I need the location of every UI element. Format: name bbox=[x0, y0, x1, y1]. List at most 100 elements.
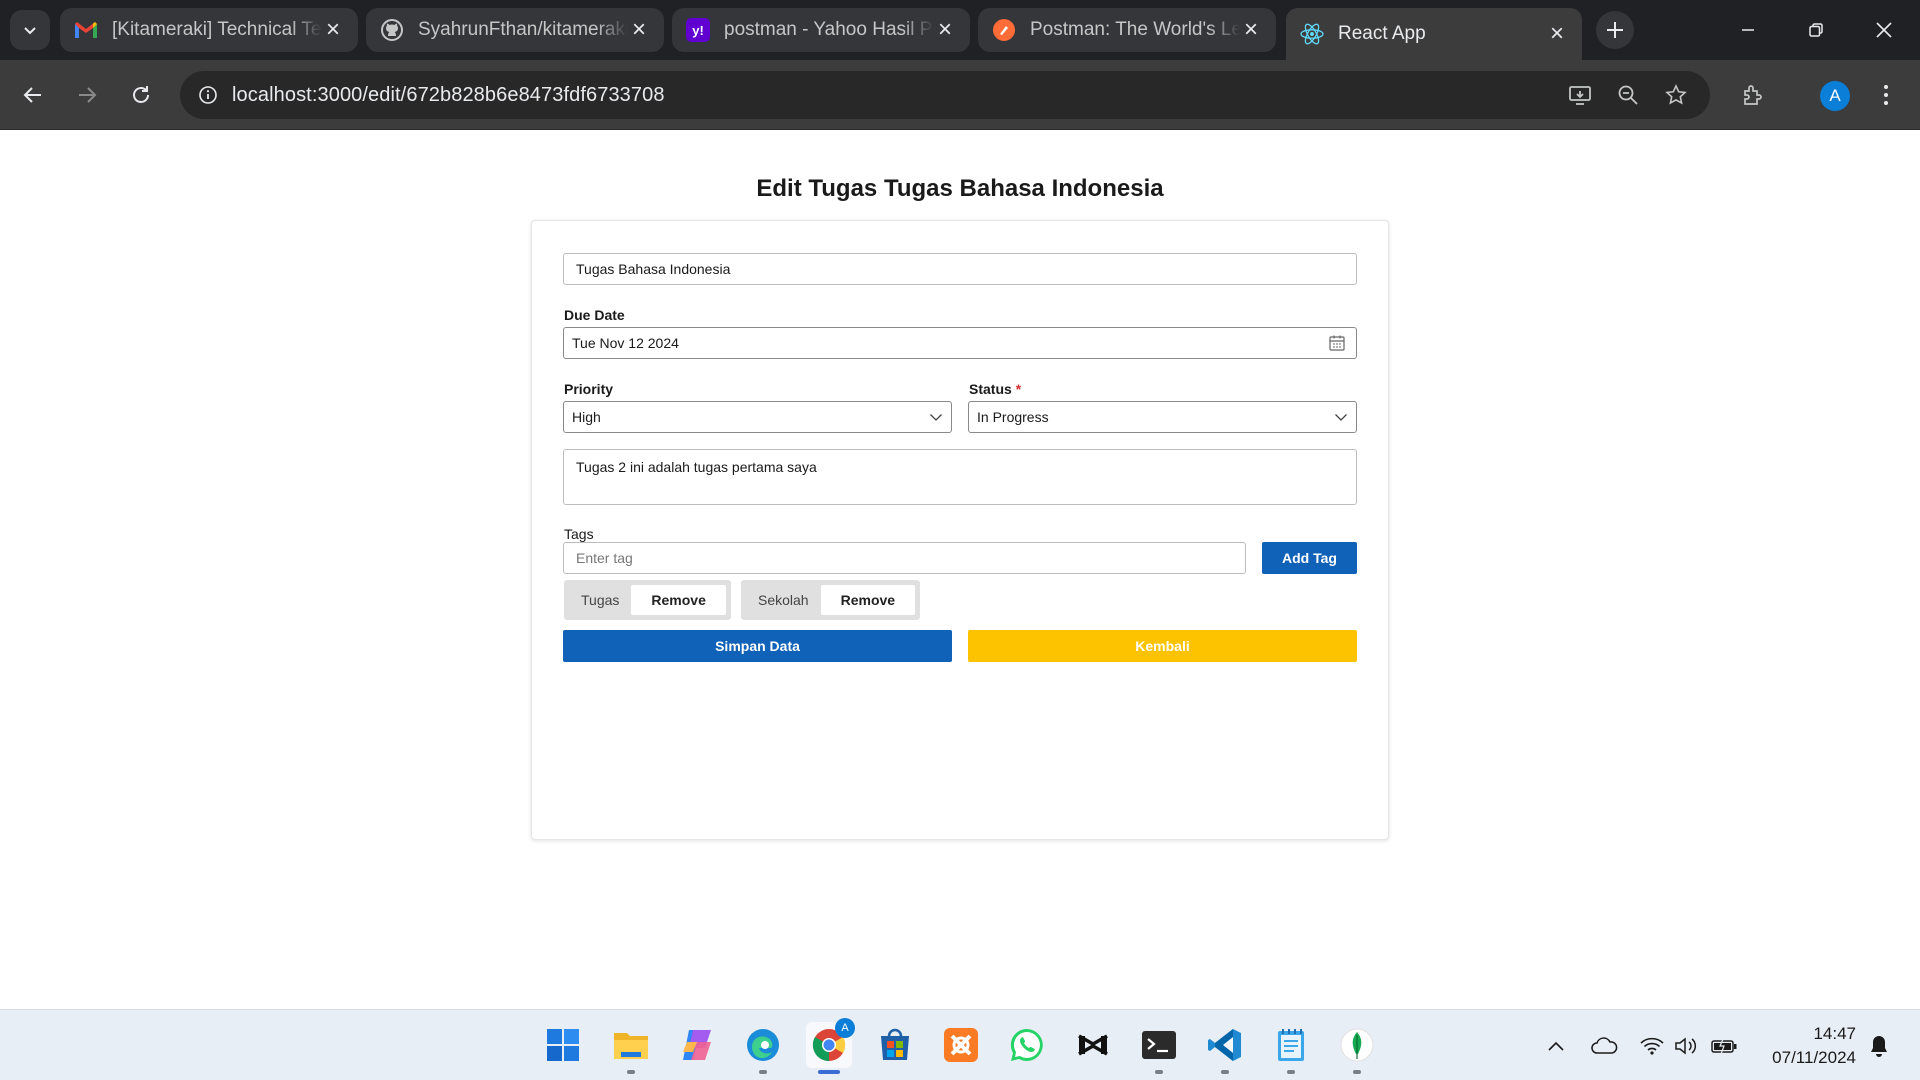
browser-tab-postman[interactable]: Postman: The World's Leading × bbox=[978, 8, 1276, 52]
close-tab-icon[interactable]: × bbox=[322, 16, 344, 44]
browser-tab-github[interactable]: SyahrunFthan/kitameraki × bbox=[366, 8, 664, 52]
copilot-icon[interactable] bbox=[674, 1022, 720, 1068]
windows-start-icon[interactable] bbox=[540, 1022, 586, 1068]
priority-select[interactable]: High bbox=[563, 401, 952, 433]
tag-input[interactable]: Enter tag bbox=[563, 542, 1246, 574]
browser-toolbar: localhost:3000/edit/672b828b6e8473fdf673… bbox=[0, 60, 1920, 130]
gmail-icon bbox=[74, 18, 98, 42]
battery-icon[interactable] bbox=[1709, 1032, 1739, 1060]
status-label-text: Status bbox=[969, 381, 1012, 397]
tag-chip: Sekolah Remove bbox=[741, 580, 921, 620]
task-title-input[interactable]: Tugas Bahasa Indonesia bbox=[563, 253, 1357, 285]
status-select[interactable]: In Progress bbox=[968, 401, 1357, 433]
whatsapp-icon[interactable] bbox=[1004, 1022, 1050, 1068]
tab-title: SyahrunFthan/kitameraki bbox=[418, 19, 628, 40]
postman-icon bbox=[992, 18, 1016, 42]
speaker-icon[interactable] bbox=[1672, 1032, 1702, 1060]
priority-label: Priority bbox=[564, 381, 614, 397]
add-tag-button[interactable]: Add Tag bbox=[1262, 542, 1357, 574]
due-date-label: Due Date bbox=[564, 307, 625, 323]
close-tab-icon[interactable]: × bbox=[1546, 20, 1568, 48]
url-text[interactable]: localhost:3000/edit/672b828b6e8473fdf673… bbox=[232, 84, 665, 107]
browser-tab-yahoo[interactable]: y! postman - Yahoo Hasil Pencarian × bbox=[672, 8, 970, 52]
notepad-icon[interactable] bbox=[1268, 1022, 1314, 1074]
web-page: Edit Tugas Tugas Bahasa Indonesia Tugas … bbox=[0, 131, 1920, 1009]
chevron-up-icon[interactable] bbox=[1541, 1032, 1571, 1060]
browser-tab-bar: [Kitameraki] Technical Test × SyahrunFth… bbox=[0, 0, 1920, 60]
forward-button[interactable] bbox=[66, 74, 108, 116]
xampp-icon[interactable] bbox=[938, 1022, 984, 1068]
profile-avatar[interactable]: A bbox=[1820, 81, 1850, 111]
due-date-picker[interactable]: Tue Nov 12 2024 bbox=[563, 327, 1357, 359]
remove-tag-button[interactable]: Remove bbox=[820, 585, 916, 615]
back-button[interactable] bbox=[12, 74, 54, 116]
tags-label: Tags bbox=[564, 526, 594, 542]
browser-tab-gmail[interactable]: [Kitameraki] Technical Test × bbox=[60, 8, 358, 52]
minimize-icon bbox=[1742, 29, 1754, 31]
github-icon bbox=[380, 18, 404, 42]
tab-title: Postman: The World's Leading bbox=[1030, 19, 1240, 40]
status-value: In Progress bbox=[977, 409, 1049, 425]
edit-task-form: Tugas Bahasa Indonesia Due Date Tue Nov … bbox=[531, 220, 1389, 840]
tag-name: Sekolah bbox=[758, 592, 809, 608]
tab-title: [Kitameraki] Technical Test bbox=[112, 19, 322, 40]
more-menu-icon[interactable] bbox=[1866, 71, 1906, 119]
close-tab-icon[interactable]: × bbox=[628, 16, 650, 44]
zoom-icon[interactable] bbox=[1608, 71, 1648, 119]
wifi-icon[interactable] bbox=[1637, 1032, 1667, 1060]
vscode-icon[interactable] bbox=[1202, 1022, 1248, 1074]
back-button[interactable]: Kembali bbox=[968, 630, 1357, 662]
description-textarea[interactable]: Tugas 2 ini adalah tugas pertama saya bbox=[563, 449, 1357, 505]
extensions-icon[interactable] bbox=[1733, 71, 1773, 119]
bookmark-star-icon[interactable] bbox=[1656, 71, 1696, 119]
clock-time: 14:47 bbox=[1813, 1024, 1856, 1043]
remove-tag-button[interactable]: Remove bbox=[631, 585, 726, 615]
minimize-button[interactable] bbox=[1714, 0, 1782, 60]
tag-name: Tugas bbox=[581, 592, 620, 608]
chevron-down-icon bbox=[1334, 410, 1348, 427]
tab-search-button[interactable] bbox=[10, 10, 50, 50]
close-window-button[interactable] bbox=[1850, 0, 1918, 60]
restore-icon bbox=[1809, 23, 1823, 37]
notification-bell-icon[interactable] bbox=[1864, 1032, 1894, 1060]
onedrive-icon[interactable] bbox=[1589, 1032, 1619, 1060]
edge-icon[interactable] bbox=[740, 1022, 786, 1074]
close-icon bbox=[1876, 22, 1892, 38]
system-clock[interactable]: 14:47 07/11/2024 bbox=[1750, 1022, 1856, 1070]
close-tab-icon[interactable]: × bbox=[1240, 16, 1262, 44]
yahoo-icon: y! bbox=[686, 18, 710, 42]
page-title: Edit Tugas Tugas Bahasa Indonesia bbox=[756, 175, 1164, 202]
file-explorer-icon[interactable] bbox=[608, 1022, 654, 1074]
tab-title: postman - Yahoo Hasil Pencarian bbox=[724, 19, 934, 40]
site-info-icon[interactable] bbox=[184, 71, 232, 119]
new-tab-button[interactable] bbox=[1596, 11, 1634, 49]
chevron-down-icon bbox=[929, 410, 943, 427]
plus-icon bbox=[1607, 22, 1623, 38]
status-label: Status * bbox=[969, 381, 1021, 397]
capcut-icon[interactable] bbox=[1070, 1022, 1116, 1068]
calendar-icon[interactable] bbox=[1328, 334, 1346, 355]
chrome-icon[interactable]: A bbox=[806, 1018, 855, 1074]
reload-button[interactable] bbox=[120, 74, 162, 116]
microsoft-store-icon[interactable] bbox=[872, 1022, 918, 1068]
restore-button[interactable] bbox=[1782, 0, 1850, 60]
priority-value: High bbox=[572, 409, 601, 425]
tab-title: React App bbox=[1338, 23, 1426, 44]
save-button[interactable]: Simpan Data bbox=[563, 630, 952, 662]
arrow-right-icon bbox=[79, 87, 97, 103]
address-bar[interactable]: localhost:3000/edit/672b828b6e8473fdf673… bbox=[180, 71, 1710, 119]
windows-taskbar: A 14:47 07/11/2024 bbox=[0, 1009, 1920, 1080]
browser-tab-react-app[interactable]: React App × bbox=[1286, 8, 1582, 60]
clock-date: 07/11/2024 bbox=[1772, 1048, 1856, 1067]
react-icon bbox=[1300, 22, 1324, 46]
terminal-icon[interactable] bbox=[1136, 1022, 1182, 1074]
install-app-icon[interactable] bbox=[1560, 71, 1600, 119]
reload-icon bbox=[133, 86, 149, 103]
chevron-down-icon bbox=[24, 27, 36, 35]
mongodb-compass-icon[interactable] bbox=[1334, 1022, 1380, 1074]
due-date-value: Tue Nov 12 2024 bbox=[572, 335, 679, 351]
arrow-left-icon bbox=[23, 87, 41, 103]
close-tab-icon[interactable]: × bbox=[934, 16, 956, 44]
tag-chip: Tugas Remove bbox=[564, 580, 731, 620]
chrome-profile-badge: A bbox=[835, 1018, 855, 1038]
